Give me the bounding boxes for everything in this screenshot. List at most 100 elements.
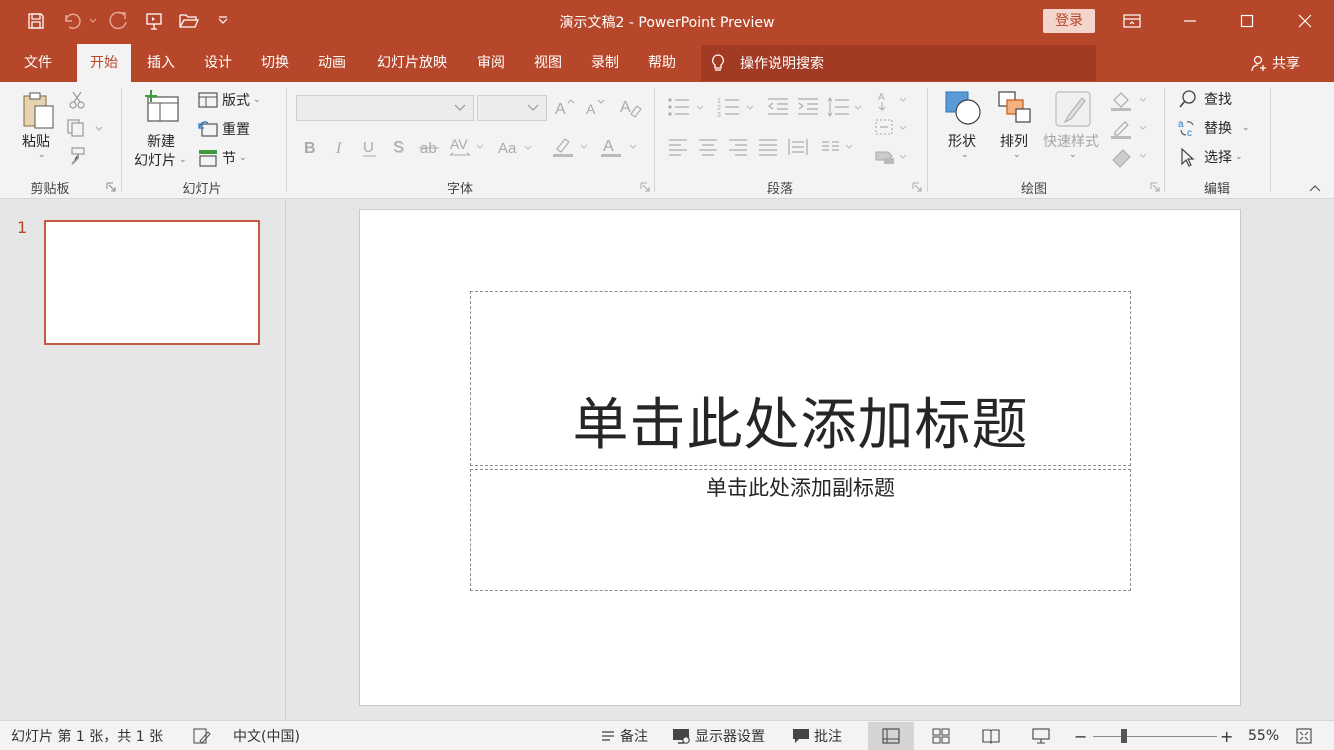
strikethrough-icon[interactable]: ab: [419, 137, 441, 157]
tab-record[interactable]: 录制: [582, 44, 628, 82]
bold-icon[interactable]: B: [303, 137, 319, 157]
tab-home[interactable]: 开始: [77, 44, 131, 82]
new-slide-label-1[interactable]: 新建: [147, 131, 175, 151]
font-color-icon[interactable]: A: [600, 135, 640, 159]
quick-styles-dropdown[interactable]: ⌄: [1066, 150, 1077, 160]
ribbon-display-options-icon[interactable]: [1103, 0, 1161, 42]
line-spacing-icon[interactable]: [827, 96, 867, 118]
align-right-icon[interactable]: [727, 137, 749, 157]
share-button[interactable]: 共享: [1250, 52, 1300, 74]
tab-animations[interactable]: 动画: [309, 44, 355, 82]
collapse-ribbon-icon[interactable]: [1308, 183, 1322, 193]
arrange-dropdown[interactable]: ⌄: [1010, 150, 1021, 160]
section-button[interactable]: 节 ⌄: [198, 148, 247, 168]
sign-in-button[interactable]: 登录: [1043, 9, 1095, 33]
highlight-color-icon[interactable]: [551, 135, 591, 159]
reading-view-button[interactable]: [968, 722, 1014, 750]
find-button[interactable]: 查找: [1178, 89, 1232, 109]
subtitle-placeholder[interactable]: 单击此处添加副标题: [470, 469, 1131, 591]
language-status[interactable]: 中文(中国): [233, 721, 300, 750]
numbering-icon[interactable]: 123: [717, 96, 757, 118]
customize-toolbar-icon[interactable]: [212, 7, 234, 35]
tab-file[interactable]: 文件: [14, 44, 62, 82]
paragraph-dialog-launcher-icon[interactable]: [912, 182, 922, 192]
slide-thumbnail[interactable]: [44, 220, 260, 345]
accessibility-icon[interactable]: [192, 721, 212, 750]
underline-icon[interactable]: U: [362, 137, 378, 159]
convert-to-smartart-icon[interactable]: [874, 146, 912, 168]
format-painter-icon[interactable]: [66, 146, 88, 166]
tab-slideshow[interactable]: 幻灯片放映: [367, 44, 457, 82]
font-dialog-launcher-icon[interactable]: [640, 182, 650, 192]
increase-indent-icon[interactable]: [797, 96, 819, 118]
italic-icon[interactable]: I: [334, 137, 350, 157]
undo-icon[interactable]: [58, 7, 98, 35]
quick-styles-icon[interactable]: [1054, 90, 1092, 128]
zoom-in-button[interactable]: +: [1220, 721, 1233, 750]
drawing-dialog-launcher-icon[interactable]: [1150, 182, 1160, 192]
distributed-icon[interactable]: [787, 137, 809, 157]
zoom-slider-track[interactable]: [1093, 736, 1217, 737]
new-slide-icon[interactable]: [142, 89, 182, 125]
copy-icon[interactable]: [66, 118, 106, 138]
cut-icon[interactable]: [66, 90, 88, 110]
normal-view-button[interactable]: [868, 722, 914, 750]
shape-fill-icon[interactable]: [1110, 90, 1148, 112]
present-from-beginning-icon[interactable]: [140, 7, 168, 35]
minimize-button[interactable]: [1161, 0, 1219, 42]
tab-review[interactable]: 审阅: [468, 44, 514, 82]
shape-effects-icon[interactable]: [1110, 146, 1148, 168]
maximize-button[interactable]: [1218, 0, 1276, 42]
shapes-dropdown[interactable]: ⌄: [958, 150, 969, 160]
shapes-button[interactable]: 形状: [948, 131, 976, 151]
zoom-out-button[interactable]: −: [1074, 721, 1087, 750]
replace-button[interactable]: ac 替换 ⌄: [1178, 118, 1250, 138]
slide-sorter-view-button[interactable]: [918, 722, 964, 750]
clipboard-dialog-launcher-icon[interactable]: [106, 182, 116, 192]
text-direction-icon[interactable]: A: [876, 88, 912, 112]
align-text-icon[interactable]: [874, 117, 912, 139]
paste-dropdown[interactable]: ⌄: [35, 150, 46, 160]
shapes-icon[interactable]: [944, 90, 982, 128]
reset-button[interactable]: 重置: [198, 119, 250, 139]
justify-icon[interactable]: [757, 137, 779, 157]
quick-styles-button[interactable]: 快速样式: [1043, 131, 1099, 151]
decrease-font-size-icon[interactable]: A: [585, 97, 607, 117]
paste-button[interactable]: 粘贴: [22, 131, 50, 151]
tell-me-search[interactable]: 操作说明搜索: [701, 45, 1096, 81]
arrange-button[interactable]: 排列: [1000, 131, 1028, 151]
character-spacing-icon[interactable]: AV: [449, 135, 487, 159]
layout-button[interactable]: 版式 ⌄: [198, 90, 261, 110]
decrease-indent-icon[interactable]: [767, 96, 789, 118]
tab-transitions[interactable]: 切换: [252, 44, 298, 82]
comments-button[interactable]: 批注: [792, 721, 842, 750]
columns-icon[interactable]: [820, 137, 860, 157]
increase-font-size-icon[interactable]: A: [554, 97, 576, 117]
redo-icon[interactable]: [105, 7, 133, 35]
tab-view[interactable]: 视图: [525, 44, 571, 82]
shape-outline-icon[interactable]: [1110, 118, 1148, 140]
close-button[interactable]: [1276, 0, 1334, 42]
title-placeholder[interactable]: 单击此处添加标题: [470, 291, 1131, 466]
tab-help[interactable]: 帮助: [639, 44, 685, 82]
save-icon[interactable]: [22, 7, 50, 35]
tab-insert[interactable]: 插入: [138, 44, 184, 82]
notes-button[interactable]: 备注: [601, 721, 648, 750]
arrange-icon[interactable]: [997, 90, 1035, 128]
text-shadow-icon[interactable]: SS: [392, 137, 408, 157]
clear-formatting-icon[interactable]: A: [619, 96, 643, 118]
paste-icon[interactable]: [20, 90, 58, 132]
bullets-icon[interactable]: [667, 96, 707, 118]
align-left-icon[interactable]: [667, 137, 689, 157]
slide-canvas[interactable]: 单击此处添加标题 单击此处添加副标题: [359, 209, 1241, 706]
font-size-combo[interactable]: [477, 95, 547, 121]
select-button[interactable]: 选择 ⌄: [1178, 147, 1243, 167]
align-center-icon[interactable]: [697, 137, 719, 157]
zoom-slider-thumb[interactable]: [1121, 729, 1127, 743]
fit-to-window-icon[interactable]: [1296, 721, 1312, 750]
font-name-combo[interactable]: [296, 95, 474, 121]
display-settings-button[interactable]: 显示器设置: [672, 721, 765, 750]
slideshow-view-button[interactable]: [1018, 722, 1064, 750]
change-case-icon[interactable]: Aa: [497, 137, 537, 157]
zoom-percentage[interactable]: 55%: [1248, 721, 1279, 750]
